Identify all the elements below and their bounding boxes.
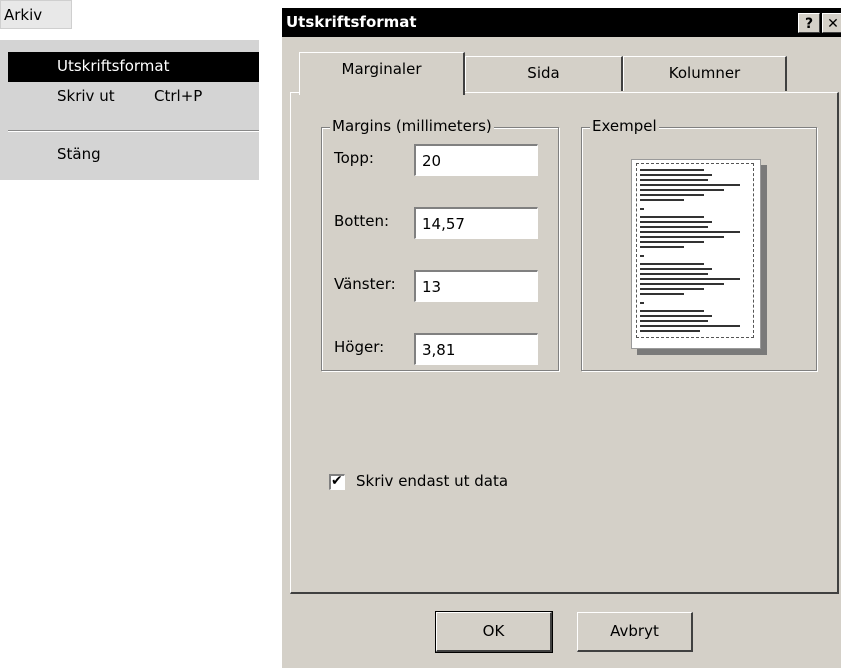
print-data-only-checkbox[interactable]: ✔ [329, 473, 345, 490]
menu-item-label: Stäng [57, 145, 101, 163]
left-margin-label: Vänster: [334, 275, 396, 293]
left-margin-input[interactable] [414, 270, 538, 302]
dialog-titlebar[interactable]: Utskriftsformat ? ✕ [282, 8, 841, 37]
menu-arkiv[interactable]: Arkiv [0, 0, 72, 29]
margins-legend: Margins (millimeters) [330, 117, 494, 135]
menu-item-stang[interactable]: Stäng [8, 140, 259, 170]
example-groupbox: Exempel [581, 117, 817, 371]
ok-button[interactable]: OK [435, 611, 553, 653]
close-button[interactable]: ✕ [822, 13, 841, 33]
help-icon: ? [804, 16, 814, 32]
tab-label: Kolumner [668, 64, 741, 82]
top-margin-label: Topp: [334, 149, 374, 167]
menu-item-label: Utskriftsformat [57, 57, 170, 75]
page-preview-image [631, 159, 761, 349]
tab-label: Marginaler [341, 60, 422, 78]
tab-marginaler[interactable]: Marginaler [299, 52, 465, 95]
menu-item-label: Skriv ut [57, 87, 115, 105]
tab-sida[interactable]: Sida [465, 56, 623, 91]
close-icon: ✕ [827, 16, 839, 32]
bottom-margin-input[interactable] [414, 207, 538, 239]
bottom-margin-label: Botten: [334, 212, 390, 230]
menu-separator [8, 130, 259, 132]
cancel-button[interactable]: Avbryt [577, 612, 693, 652]
top-margin-input[interactable] [414, 144, 538, 176]
cancel-button-label: Avbryt [610, 622, 659, 640]
menu-arkiv-label: Arkiv [4, 6, 43, 24]
preview-margin-outline [636, 163, 754, 338]
margins-groupbox: Margins (millimeters) Topp: Botten: Väns… [321, 117, 559, 371]
checkmark-icon: ✔ [331, 473, 343, 489]
dialog-title: Utskriftsformat [286, 13, 417, 31]
page-setup-dialog: Utskriftsformat ? ✕ Marginaler Sida Kolu… [281, 8, 841, 668]
right-margin-input[interactable] [414, 333, 538, 365]
menu-item-utskriftsformat[interactable]: Utskriftsformat [8, 52, 259, 82]
ok-button-label: OK [482, 622, 505, 640]
print-data-only-label: Skriv endast ut data [356, 472, 509, 490]
dropdown-menu: Utskriftsformat Skriv ut Ctrl+P Stäng [0, 40, 259, 180]
menu-item-skriv-ut[interactable]: Skriv ut Ctrl+P [8, 82, 259, 112]
tab-panel-marginaler: Margins (millimeters) Topp: Botten: Väns… [290, 92, 839, 594]
example-legend: Exempel [590, 117, 659, 135]
tab-kolumner[interactable]: Kolumner [623, 56, 787, 91]
tab-label: Sida [527, 64, 560, 82]
menu-item-shortcut: Ctrl+P [154, 87, 203, 105]
help-button[interactable]: ? [798, 13, 820, 33]
right-margin-label: Höger: [334, 338, 385, 356]
